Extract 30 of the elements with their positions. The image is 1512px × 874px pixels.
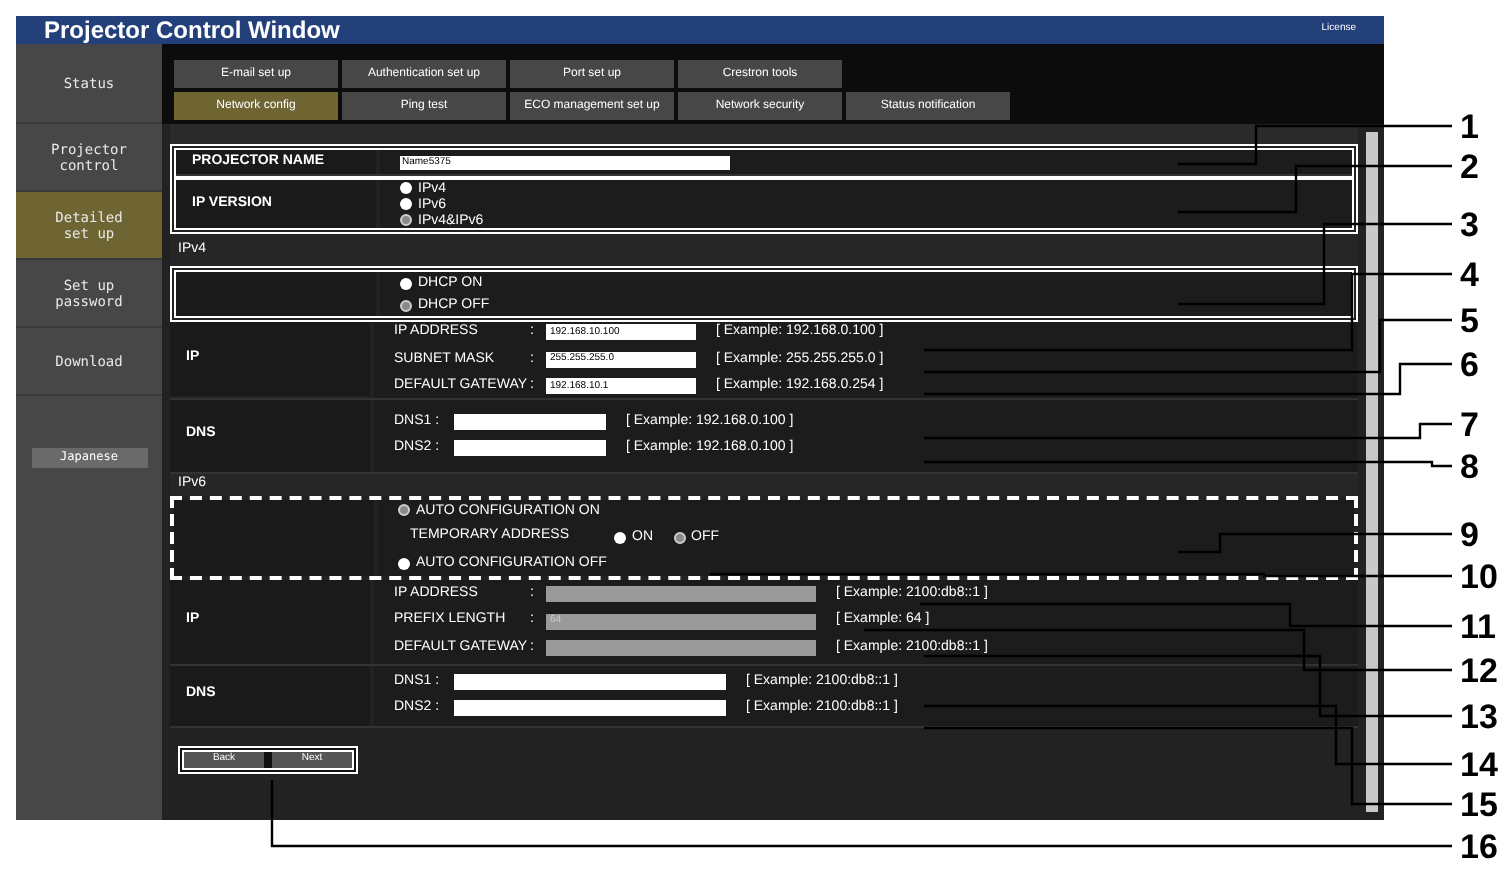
radio-button[interactable] bbox=[400, 214, 412, 226]
callout-number: 12 bbox=[1460, 654, 1498, 688]
callout-number: 15 bbox=[1460, 788, 1498, 822]
callout-number: 6 bbox=[1460, 348, 1479, 382]
callout-number: 8 bbox=[1460, 450, 1479, 484]
radio-button[interactable] bbox=[614, 531, 626, 543]
callout-number: 4 bbox=[1460, 258, 1479, 292]
input-field[interactable] bbox=[454, 413, 606, 430]
radio-button[interactable] bbox=[400, 198, 412, 210]
radio-button[interactable] bbox=[398, 557, 410, 570]
radio-button[interactable] bbox=[673, 531, 685, 543]
callout-number: 13 bbox=[1460, 700, 1498, 734]
radio-button[interactable] bbox=[398, 504, 410, 517]
callout-number: 9 bbox=[1460, 518, 1479, 552]
callout-number: 2 bbox=[1460, 150, 1479, 184]
radio-button[interactable] bbox=[400, 277, 412, 289]
input-field[interactable] bbox=[454, 700, 726, 717]
callout-number: 3 bbox=[1460, 208, 1479, 242]
callout-number: 5 bbox=[1460, 304, 1479, 338]
callout-number: 16 bbox=[1460, 830, 1498, 864]
callout-number: 7 bbox=[1460, 408, 1479, 442]
callout-number: 14 bbox=[1460, 748, 1498, 782]
input-field[interactable] bbox=[454, 673, 726, 690]
callout-number: 1 bbox=[1460, 110, 1479, 144]
radio-button[interactable] bbox=[400, 182, 412, 194]
callout-number: 10 bbox=[1460, 560, 1498, 594]
input-field[interactable] bbox=[454, 440, 606, 457]
window-title: Projector Control Window bbox=[44, 18, 340, 42]
callout-number: 11 bbox=[1460, 610, 1496, 644]
radio-button[interactable] bbox=[400, 299, 412, 311]
